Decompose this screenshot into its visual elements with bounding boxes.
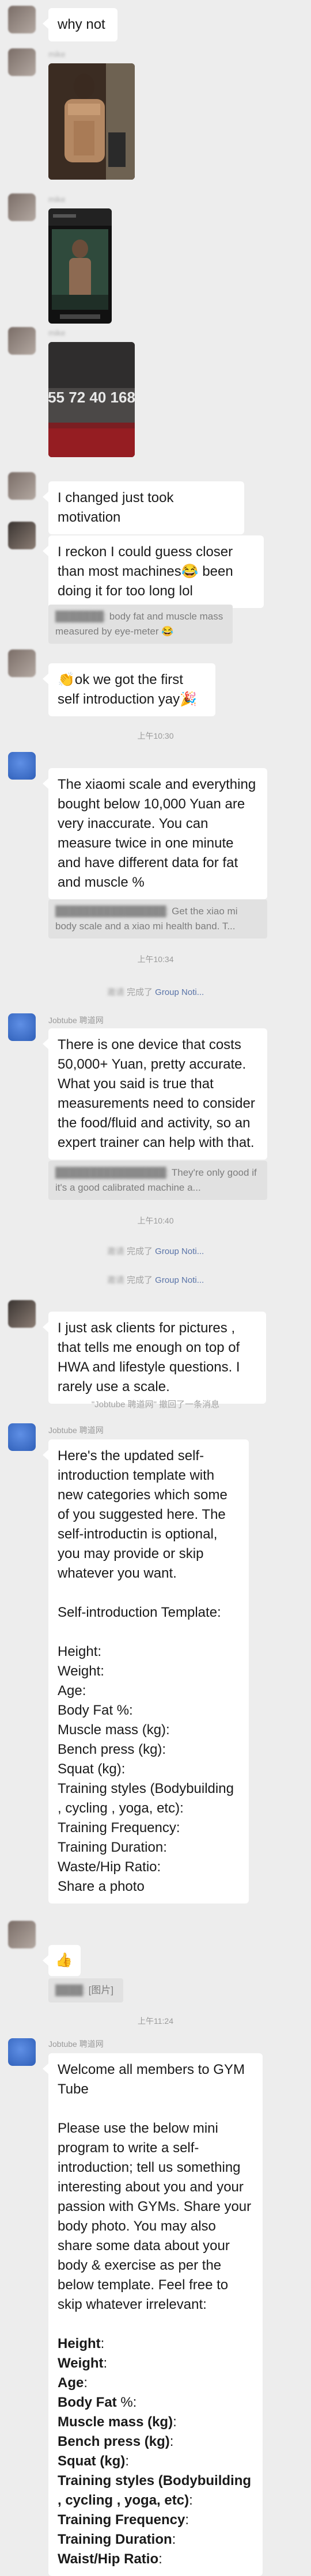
- avatar[interactable]: [8, 472, 36, 500]
- system-notice: 邀请 完成了 Group Noti...: [107, 1247, 204, 1256]
- sender-name: mike: [48, 328, 66, 337]
- message-text: I just ask clients for pictures , that t…: [58, 1320, 240, 1395]
- template-field: Waste/Hip Ratio:: [58, 1859, 161, 1875]
- quoted-sender: ████:: [55, 1985, 86, 1996]
- template-field: Training Duration:: [58, 1840, 167, 1855]
- message-bubble[interactable]: I just ask clients for pictures , that t…: [43, 1312, 266, 1404]
- template-field: Squat (kg):: [58, 1761, 126, 1777]
- quoted-message[interactable]: ████████████████: They're only good if i…: [48, 1161, 267, 1200]
- group-notice-link[interactable]: Group Noti...: [155, 1275, 204, 1285]
- sender-name: mike: [48, 195, 66, 204]
- quoted-text: [图片]: [88, 1985, 114, 1996]
- template-field: Age:: [58, 2375, 88, 2391]
- template-fields: Height: Weight: Age: Body Fat %: Muscle …: [58, 2334, 253, 2569]
- group-notice-link[interactable]: Group Noti...: [155, 987, 204, 997]
- message-text: why not: [58, 17, 105, 32]
- timestamp: 上午11:24: [138, 2016, 173, 2026]
- message-text: 👍: [55, 1952, 73, 1968]
- template-field: Bench press (kg):: [58, 1742, 166, 1757]
- quoted-sender: ████████████████:: [55, 906, 169, 917]
- photo-message[interactable]: [48, 63, 135, 180]
- message-text: There is one device that costs 50,000+ Y…: [58, 1037, 255, 1150]
- avatar[interactable]: [8, 2038, 36, 2066]
- system-notice: 邀请 完成了 Group Noti...: [107, 987, 204, 997]
- avatar[interactable]: [8, 1423, 36, 1451]
- message-text: I changed just took motivation: [58, 490, 174, 525]
- scale-display-text: 55 72 40 168: [48, 389, 135, 406]
- timestamp: 上午10:30: [137, 731, 174, 740]
- message-bubble[interactable]: why not: [43, 8, 117, 41]
- sender-name: Jobtube 聘道网: [48, 2039, 104, 2049]
- sender-name: mike: [48, 50, 66, 59]
- template-field: Age:: [58, 1683, 86, 1699]
- avatar[interactable]: [8, 327, 36, 355]
- template-field: Waist/Hip Ratio:: [58, 2551, 162, 2567]
- message-bubble[interactable]: I changed just took motivation: [43, 481, 244, 534]
- quoted-sender: ███████:: [55, 611, 107, 622]
- photo-message[interactable]: [48, 208, 112, 324]
- template-field: Weight:: [58, 2355, 108, 2371]
- template-field: Squat (kg):: [58, 2453, 129, 2469]
- message-text: 👏ok we got the first self introduction y…: [58, 672, 197, 707]
- template-field: Body Fat %:: [58, 1703, 133, 1718]
- template-field: Training Frequency:: [58, 1820, 180, 1836]
- template-field: Training styles (Bodybuilding , cycling …: [58, 2473, 252, 2508]
- template-field: Training Duration:: [58, 2532, 176, 2547]
- avatar[interactable]: [8, 193, 36, 221]
- avatar[interactable]: [8, 1300, 36, 1328]
- quoted-message[interactable]: ███████: body fat and muscle mass measur…: [48, 605, 233, 644]
- sender-name: Jobtube 聘道网: [48, 1016, 104, 1025]
- template-title: Self-introduction Template:: [58, 1605, 221, 1620]
- avatar[interactable]: [8, 48, 36, 76]
- message-text: I reckon I could guess closer than most …: [58, 544, 233, 599]
- message-bubble[interactable]: The xiaomi scale and everything bought b…: [43, 768, 267, 899]
- template-field: Bench press (kg):: [58, 2434, 174, 2449]
- template-field: Weight:: [58, 1663, 104, 1679]
- template-field: Height:: [58, 1644, 102, 1659]
- message-bubble[interactable]: 👍: [43, 1945, 81, 1976]
- scale-display-photo: 55 72 40 168: [48, 342, 135, 457]
- timestamp: 上午10:40: [137, 1216, 174, 1225]
- avatar[interactable]: [8, 1921, 36, 1948]
- shirtless-man-photo: [48, 63, 135, 180]
- avatar[interactable]: [8, 752, 36, 780]
- template-field: Muscle mass (kg):: [58, 1722, 170, 1738]
- message-bubble[interactable]: Welcome all members to GYM Tube Please u…: [43, 2053, 263, 2576]
- timestamp: 上午10:34: [137, 955, 174, 964]
- avatar[interactable]: [8, 1013, 36, 1041]
- message-bubble[interactable]: 👏ok we got the first self introduction y…: [43, 663, 215, 716]
- group-notice-link[interactable]: Group Noti...: [155, 1247, 204, 1256]
- template-field: Share a photo: [58, 1879, 145, 1894]
- template-field: Training styles (Bodybuilding , cycling …: [58, 1781, 234, 1816]
- template-field: Body Fat %:: [58, 2395, 137, 2410]
- template-fields: Height: Weight: Age: Body Fat %: Muscle …: [58, 1642, 240, 1897]
- message-text: The xiaomi scale and everything bought b…: [58, 777, 256, 890]
- message-bubble[interactable]: There is one device that costs 50,000+ Y…: [43, 1028, 267, 1160]
- avatar[interactable]: [8, 649, 36, 677]
- message-bubble[interactable]: Here's the updated self-introduction tem…: [43, 1439, 249, 1903]
- avatar[interactable]: [8, 6, 36, 33]
- avatar[interactable]: [8, 522, 36, 549]
- message-bubble[interactable]: I reckon I could guess closer than most …: [43, 535, 264, 608]
- quoted-message[interactable]: ████████████████: Get the xiao mi body s…: [48, 899, 267, 939]
- template-field: Height:: [58, 2336, 105, 2351]
- system-notice: "Jobtube 聘道网" 撤回了一条消息: [91, 1400, 220, 1409]
- message-text: Welcome all members to GYM Tube Please u…: [58, 2062, 252, 2312]
- photo-message[interactable]: 55 72 40 168: [48, 342, 135, 457]
- template-field: Muscle mass (kg):: [58, 2414, 177, 2430]
- sender-name: Jobtube 聘道网: [48, 1426, 104, 1435]
- template-field: Training Frequency:: [58, 2512, 189, 2528]
- quoted-sender: ████████████████:: [55, 1167, 169, 1178]
- phone-screenshot-photo: [48, 208, 112, 324]
- system-notice: 邀请 完成了 Group Noti...: [107, 1275, 204, 1285]
- message-text: Here's the updated self-introduction tem…: [58, 1448, 227, 1581]
- quoted-message[interactable]: ████: [图片]: [48, 1978, 123, 2003]
